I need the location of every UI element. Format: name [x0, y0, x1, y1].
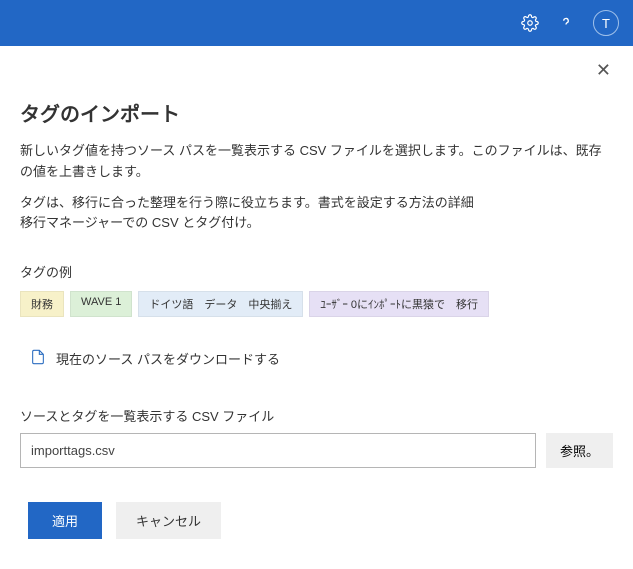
- user-avatar[interactable]: T: [593, 10, 619, 36]
- example-tag: ドイツ語 データ 中央揃え: [138, 291, 303, 317]
- description-primary: 新しいタグ値を持つソース パスを一覧表示する CSV ファイルを選択します。この…: [20, 141, 613, 183]
- csv-filename-input[interactable]: [20, 433, 536, 468]
- example-tag: 財務: [20, 291, 64, 317]
- desc-line-b: 移行マネージャーでの CSV とタグ付け。: [20, 215, 260, 230]
- browse-button[interactable]: 参照。: [546, 433, 613, 468]
- import-tags-panel: ✕ タグのインポート 新しいタグ値を持つソース パスを一覧表示する CSV ファ…: [0, 46, 633, 569]
- page-title: タグのインポート: [20, 98, 613, 127]
- cancel-button[interactable]: キャンセル: [116, 502, 221, 539]
- desc-line-a: タグは、移行に合った整理を行う際に役立ちます。書式を設定する方法の詳細: [20, 195, 474, 210]
- apply-button[interactable]: 適用: [28, 502, 102, 539]
- file-icon: [30, 347, 46, 370]
- top-bar: T: [0, 0, 633, 46]
- tag-examples-label: タグの例: [20, 262, 613, 281]
- file-select-row: 参照。: [20, 433, 613, 468]
- tag-examples-row: 財務 WAVE 1 ドイツ語 データ 中央揃え ﾕｰｻﾞｰ 0にｲﾝﾎﾟｰﾄに黒…: [20, 291, 613, 317]
- csv-field-label: ソースとタグを一覧表示する CSV ファイル: [20, 406, 613, 425]
- download-source-paths-link[interactable]: 現在のソース パスをダウンロードする: [30, 347, 613, 370]
- description-secondary: タグは、移行に合った整理を行う際に役立ちます。書式を設定する方法の詳細 移行マネ…: [20, 193, 613, 235]
- help-icon[interactable]: [557, 14, 575, 32]
- example-tag: ﾕｰｻﾞｰ 0にｲﾝﾎﾟｰﾄに黒猿で 移行: [309, 291, 489, 317]
- download-label: 現在のソース パスをダウンロードする: [56, 349, 280, 368]
- close-icon[interactable]: ✕: [592, 56, 615, 85]
- example-tag: WAVE 1: [70, 291, 132, 317]
- dialog-footer: 適用 キャンセル: [28, 502, 613, 539]
- gear-icon[interactable]: [521, 14, 539, 32]
